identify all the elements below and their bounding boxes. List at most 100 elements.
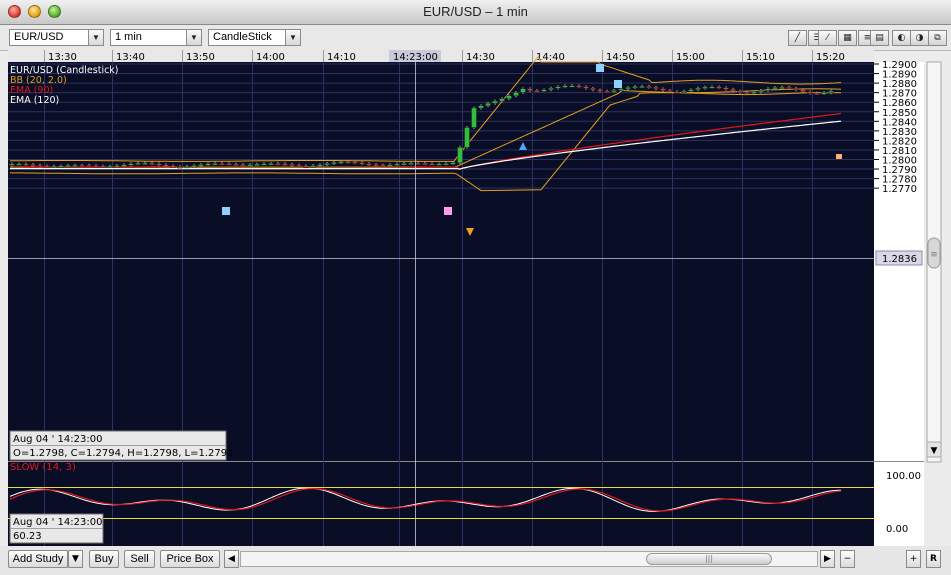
main-plot-area[interactable] bbox=[8, 62, 874, 461]
scroll-left-button[interactable]: ◀ bbox=[224, 550, 239, 568]
grip-icon: ≡ bbox=[930, 250, 938, 260]
candle-body bbox=[492, 100, 498, 104]
sell-button[interactable]: Sell bbox=[124, 550, 155, 568]
candle-body bbox=[30, 164, 36, 167]
candle-body bbox=[429, 163, 435, 166]
price-chart[interactable]: ≡ ▼ 13:30 13:40 13:50 14:00 14:10 14:23:00 14:… bbox=[0, 50, 951, 546]
candle-body bbox=[240, 164, 246, 167]
trend-tool-icon[interactable]: ⁄ bbox=[818, 30, 837, 46]
grid-toggle-icon[interactable]: ▦ bbox=[838, 30, 857, 46]
candle-body bbox=[576, 85, 582, 88]
candle-body bbox=[268, 163, 274, 166]
candle-body bbox=[93, 165, 99, 168]
chevron-down-icon[interactable]: ▼ bbox=[88, 30, 103, 45]
candle-body bbox=[303, 165, 309, 168]
legend-item: EMA (120) bbox=[10, 95, 59, 106]
window-title: EUR/USD – 1 min bbox=[423, 4, 528, 19]
candle-body bbox=[191, 165, 197, 168]
ohlc-date: Aug 04 ' 14:23:00 bbox=[13, 434, 102, 445]
signal-marker[interactable] bbox=[444, 207, 452, 215]
candle-body bbox=[793, 87, 799, 91]
candle-body bbox=[317, 164, 323, 167]
candle-body bbox=[590, 88, 596, 91]
candle-body bbox=[800, 89, 806, 93]
price-box-button[interactable]: Price Box bbox=[160, 550, 220, 568]
candle-body bbox=[485, 103, 491, 106]
chevron-down-icon[interactable]: ▼ bbox=[186, 30, 201, 45]
candle-body bbox=[506, 95, 512, 99]
candle-body bbox=[310, 165, 316, 168]
candle-body bbox=[758, 90, 764, 93]
chart-window: EUR/USD – 1 min EUR/USD ▼ 1 min ▼ Candle… bbox=[0, 0, 951, 575]
crosshair-price-label: 1.2836 bbox=[882, 254, 917, 265]
candle-body bbox=[394, 163, 400, 166]
add-study-button[interactable]: Add Study bbox=[8, 550, 68, 568]
candle-body bbox=[128, 163, 134, 166]
candle-body bbox=[380, 164, 386, 167]
candle-body bbox=[44, 165, 50, 168]
horizontal-scrollbar[interactable]: ||| bbox=[240, 551, 818, 567]
chart-settings-icon[interactable]: ▤ bbox=[870, 30, 889, 46]
candle-body bbox=[674, 91, 680, 94]
candle-body bbox=[632, 86, 638, 89]
zoom-out-button[interactable]: − bbox=[840, 550, 855, 568]
candle-body bbox=[177, 166, 183, 169]
oscillator-tick-100: 100.00 bbox=[886, 471, 921, 482]
ohlc-values: O=1.2798, C=1.2794, H=1.2798, L=1.2792 bbox=[13, 448, 234, 459]
time-tick-label: 13:50 bbox=[186, 52, 215, 63]
candle-body bbox=[121, 164, 127, 167]
candle-body bbox=[513, 92, 519, 97]
candle-body bbox=[597, 89, 603, 92]
candle-body bbox=[184, 166, 190, 169]
candle-body bbox=[660, 88, 666, 91]
scroll-right-button[interactable]: ▶ bbox=[820, 550, 835, 568]
candle-body bbox=[457, 147, 463, 164]
reset-zoom-button[interactable]: R bbox=[926, 550, 941, 568]
symbol-select[interactable]: EUR/USD ▼ bbox=[9, 29, 104, 46]
candle-body bbox=[814, 92, 820, 95]
candle-body bbox=[345, 161, 351, 164]
candle-body bbox=[765, 88, 771, 91]
horizontal-scroll-thumb[interactable]: ||| bbox=[646, 553, 772, 565]
theme-toggle-icon[interactable]: ◑ bbox=[910, 30, 929, 46]
oscillator-tick-0: 0.00 bbox=[886, 524, 908, 535]
signal-marker[interactable] bbox=[222, 207, 230, 215]
candle-body bbox=[156, 163, 162, 166]
candle-body bbox=[772, 87, 778, 90]
candle-body bbox=[275, 163, 281, 166]
candle-body bbox=[135, 162, 141, 165]
chart-style-select[interactable]: CandleStick ▼ bbox=[208, 29, 301, 46]
candle-body bbox=[527, 88, 533, 91]
candle-body bbox=[100, 165, 106, 168]
detach-window-icon[interactable]: ⧉ bbox=[928, 30, 947, 46]
time-tick-label: 15:20 bbox=[816, 52, 845, 63]
candle-body bbox=[604, 90, 610, 93]
time-tick-label: 13:40 bbox=[116, 52, 145, 63]
candle-body bbox=[79, 164, 85, 167]
color-scheme-icon[interactable]: ◐ bbox=[892, 30, 911, 46]
toolbar: EUR/USD ▼ 1 min ▼ CandleStick ▼ ╱ ☰ ⁄ ▦ … bbox=[0, 25, 951, 51]
draw-line-tool-icon[interactable]: ╱ bbox=[788, 30, 807, 46]
candle-body bbox=[450, 162, 456, 165]
last-price-marker bbox=[836, 154, 842, 159]
interval-select[interactable]: 1 min ▼ bbox=[110, 29, 202, 46]
candle-body bbox=[170, 165, 176, 168]
time-tick-label: 14:00 bbox=[256, 52, 285, 63]
signal-marker[interactable] bbox=[596, 64, 604, 72]
title-bar[interactable]: EUR/USD – 1 min bbox=[0, 0, 951, 25]
candle-body bbox=[51, 165, 57, 168]
zoom-in-button[interactable]: + bbox=[906, 550, 921, 568]
candle-body bbox=[289, 164, 295, 167]
candle-body bbox=[359, 162, 365, 165]
buy-button[interactable]: Buy bbox=[89, 550, 119, 568]
candle-body bbox=[828, 90, 834, 93]
candle-body bbox=[723, 87, 729, 90]
signal-marker[interactable] bbox=[614, 80, 622, 88]
candle-body bbox=[233, 163, 239, 166]
bottom-bar: Add Study ▼ Buy Sell Price Box ◀ ||| ▶ −… bbox=[0, 546, 951, 575]
candle-body bbox=[611, 90, 617, 93]
candle-body bbox=[653, 86, 659, 90]
chevron-down-icon[interactable]: ▼ bbox=[285, 30, 300, 45]
add-study-dropdown-icon[interactable]: ▼ bbox=[68, 550, 83, 568]
candle-body bbox=[72, 164, 78, 167]
